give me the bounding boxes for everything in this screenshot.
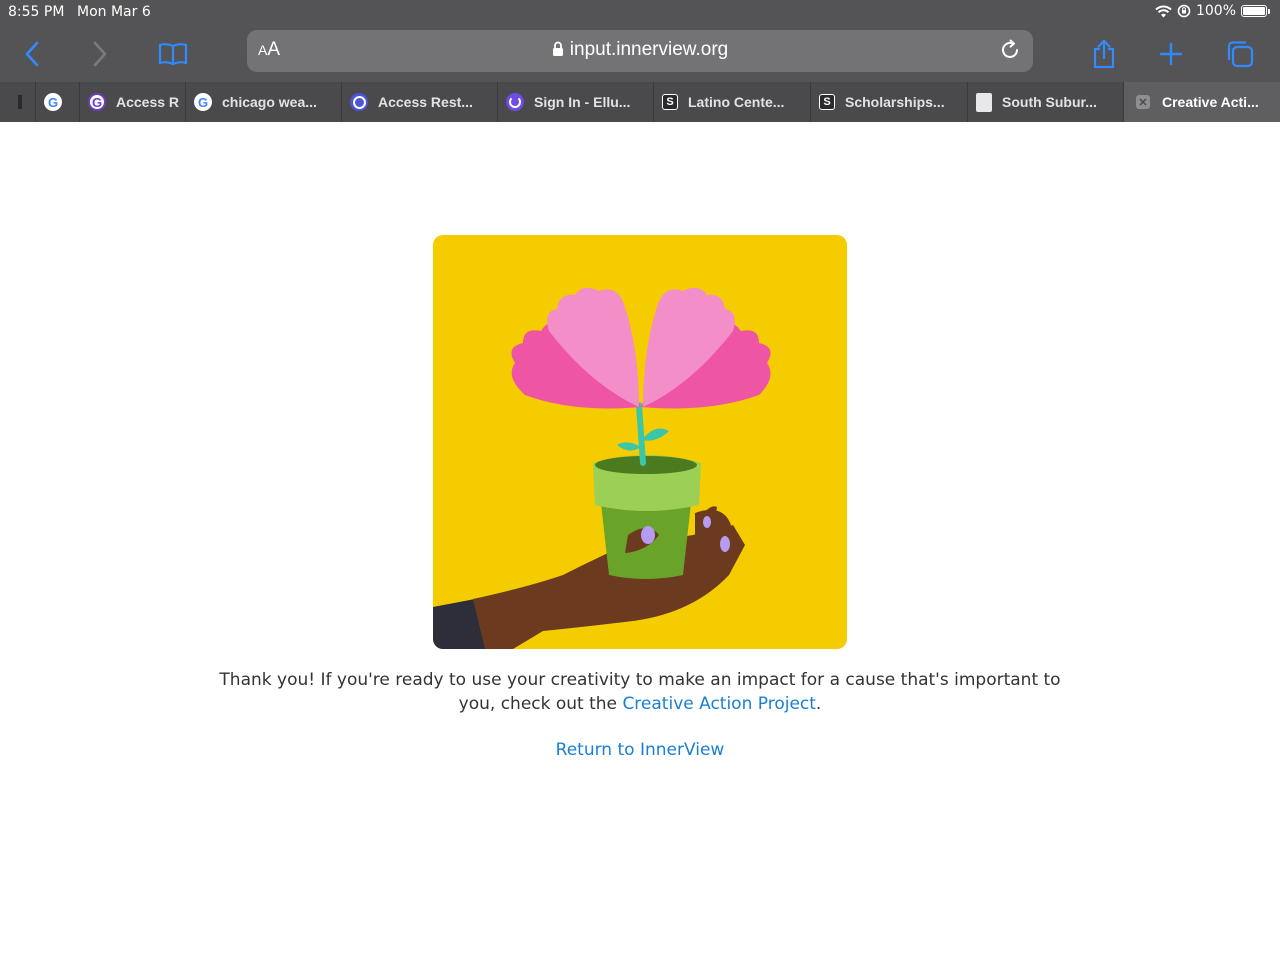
url-text: input.innerview.org bbox=[569, 39, 729, 60]
share-icon bbox=[1093, 39, 1115, 69]
s-favicon-icon: S bbox=[819, 94, 835, 110]
tab-item[interactable]: G bbox=[36, 82, 80, 122]
tab-label: South Subur... bbox=[1002, 94, 1097, 110]
status-bar: 8:55 PM Mon Mar 6 100% bbox=[0, 0, 1280, 24]
status-time: 8:55 PM bbox=[8, 4, 65, 20]
return-to-innerview-link[interactable]: Return to InnerView bbox=[0, 740, 1280, 760]
tab-item[interactable]: G chicago wea... bbox=[186, 82, 342, 122]
tab-item[interactable]: S Scholarships... bbox=[811, 82, 968, 122]
google-favicon-icon: G bbox=[44, 93, 62, 111]
tab-item[interactable]: South Subur... bbox=[968, 82, 1124, 122]
document-favicon-icon bbox=[976, 92, 992, 112]
tab-item[interactable]: S Latino Cente... bbox=[654, 82, 811, 122]
tab-item[interactable]: Access Rest... bbox=[342, 82, 498, 122]
browser-toolbar: AA input.innerview.org bbox=[0, 24, 1280, 82]
new-tab-button[interactable] bbox=[1151, 34, 1191, 74]
flower-pot-illustration bbox=[433, 287, 771, 649]
bookmarks-icon bbox=[158, 43, 188, 66]
ellucian-favicon-icon bbox=[506, 93, 524, 111]
address-bar[interactable]: AA input.innerview.org bbox=[247, 30, 1033, 72]
page-content: Thank you! If you're ready to use your c… bbox=[0, 122, 1280, 960]
hero-illustration bbox=[433, 235, 847, 649]
message-punctuation: . bbox=[815, 694, 822, 714]
tabs-overview-button[interactable] bbox=[1220, 34, 1260, 74]
share-button[interactable] bbox=[1084, 34, 1124, 74]
battery-percent: 100% bbox=[1195, 3, 1236, 19]
tab-label: Scholarships... bbox=[845, 94, 945, 110]
bookmarks-button[interactable] bbox=[153, 34, 193, 74]
forward-icon bbox=[93, 41, 107, 67]
battery-tip bbox=[1268, 8, 1270, 14]
lock-icon bbox=[552, 41, 563, 56]
tab-item[interactable]: G Access R bbox=[80, 82, 186, 122]
wifi-icon bbox=[1155, 5, 1172, 17]
tab-label: Sign In - Ellu... bbox=[534, 94, 631, 110]
tabs-overview-icon bbox=[1227, 41, 1254, 68]
tab-item-active[interactable]: ✕ Creative Acti... bbox=[1124, 82, 1280, 122]
battery-icon bbox=[1241, 5, 1267, 17]
close-tab-icon[interactable]: ✕ bbox=[1136, 95, 1150, 109]
reload-button[interactable] bbox=[999, 39, 1023, 63]
forward-button[interactable] bbox=[80, 34, 120, 74]
tab-bar: G G Access R G chicago wea... Access Res… bbox=[0, 82, 1280, 122]
tab-label: Access R bbox=[116, 94, 180, 110]
thank-you-message: Thank you! If you're ready to use your c… bbox=[200, 668, 1080, 716]
reload-icon bbox=[1002, 39, 1018, 58]
new-tab-icon bbox=[1159, 42, 1183, 66]
orientation-lock-icon bbox=[1177, 4, 1191, 18]
back-button[interactable] bbox=[12, 34, 52, 74]
google-favicon-icon: G bbox=[194, 93, 212, 111]
partial-favicon-icon bbox=[18, 95, 22, 109]
tab-label: chicago wea... bbox=[222, 94, 317, 110]
tab-item[interactable] bbox=[0, 82, 36, 122]
creative-action-project-link[interactable]: Creative Action Project bbox=[622, 694, 815, 714]
status-indicators: 100% bbox=[1155, 3, 1270, 19]
tab-label: Creative Acti... bbox=[1162, 94, 1259, 110]
tab-label: Access Rest... bbox=[378, 94, 473, 110]
q-favicon-icon bbox=[350, 93, 368, 111]
status-date: Mon Mar 6 bbox=[77, 4, 151, 20]
grammarly-favicon-icon: G bbox=[88, 93, 106, 111]
tab-item[interactable]: Sign In - Ellu... bbox=[498, 82, 654, 122]
url-display[interactable]: input.innerview.org bbox=[247, 39, 1033, 61]
tab-label: Latino Cente... bbox=[688, 94, 785, 110]
s-favicon-icon: S bbox=[662, 94, 678, 110]
back-icon bbox=[25, 41, 39, 67]
